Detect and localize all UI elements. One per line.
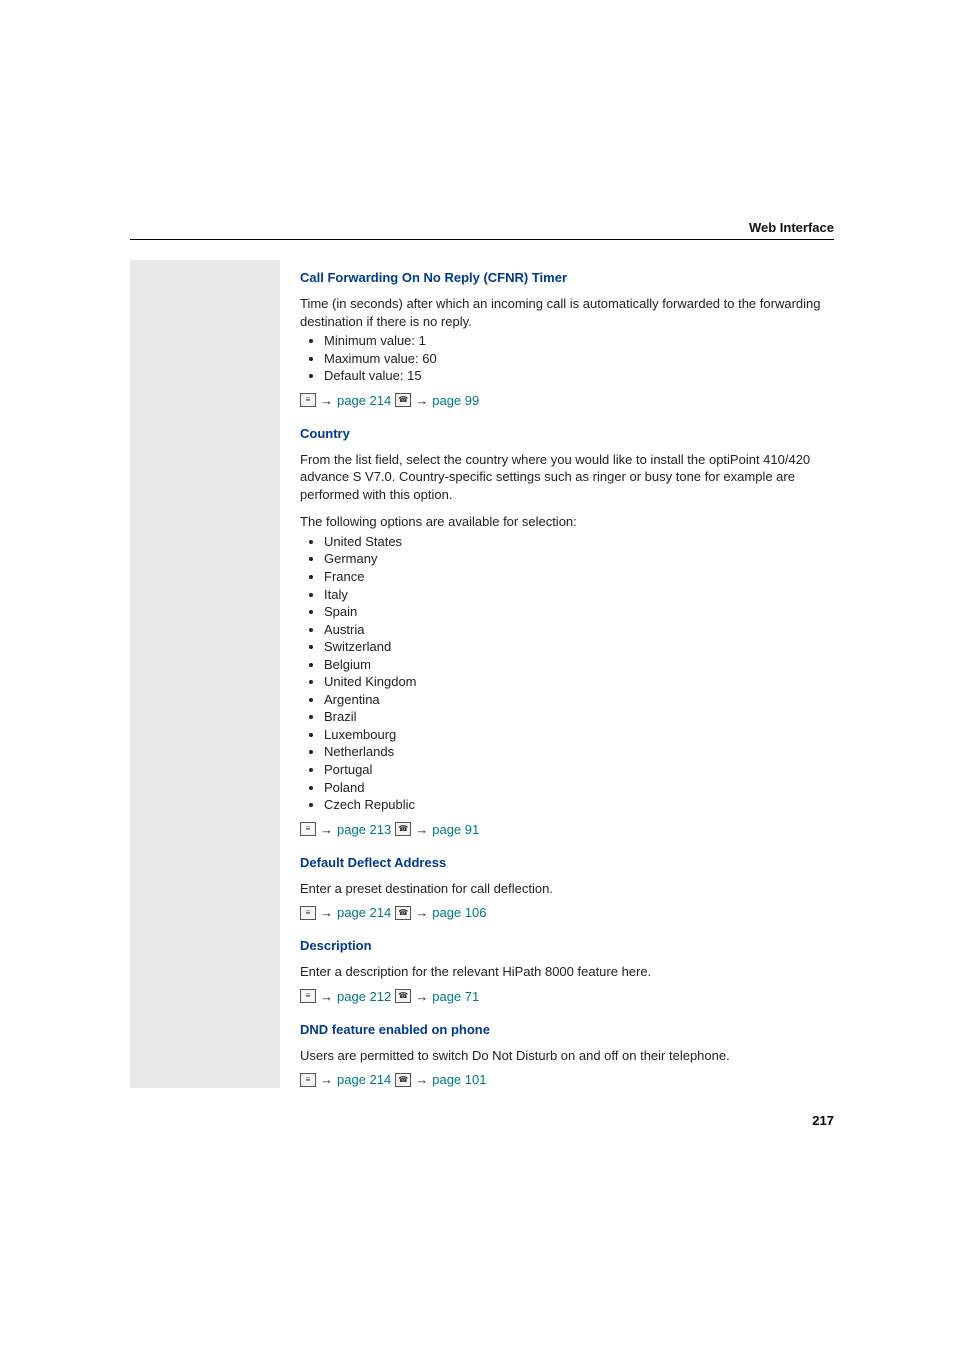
page-ref-link[interactable]: page 214 (337, 393, 391, 408)
page-ref-link[interactable]: page 99 (432, 393, 479, 408)
list-item: Austria (324, 621, 834, 639)
list-item: Germany (324, 550, 834, 568)
arrow-icon: → (320, 1072, 333, 1087)
page-header: Web Interface (130, 220, 834, 240)
web-ref-icon: ≡ (300, 822, 316, 836)
list-item: United States (324, 533, 834, 551)
page-ref-link[interactable]: page 71 (432, 989, 479, 1004)
page-ref-link[interactable]: page 101 (432, 1072, 486, 1087)
page-ref-link[interactable]: page 214 (337, 905, 391, 920)
web-ref-icon: ≡ (300, 1073, 316, 1087)
country-options-intro: The following options are available for … (300, 513, 834, 531)
list-item: Czech Republic (324, 796, 834, 814)
list-item: Maximum value: 60 (324, 350, 834, 368)
sidebar-strip (130, 260, 280, 1088)
phone-ref-icon: ☎ (395, 1073, 411, 1087)
page-ref-link[interactable]: page 213 (337, 822, 391, 837)
description-title: Description (300, 938, 834, 953)
arrow-icon: → (320, 822, 333, 837)
phone-ref-icon: ☎ (395, 906, 411, 920)
page-ref-link[interactable]: page 212 (337, 989, 391, 1004)
arrow-icon: → (320, 393, 333, 408)
web-ref-icon: ≡ (300, 906, 316, 920)
header-title: Web Interface (749, 220, 834, 235)
arrow-icon: → (415, 989, 428, 1004)
list-item: Brazil (324, 708, 834, 726)
phone-ref-icon: ☎ (395, 822, 411, 836)
description-intro: Enter a description for the relevant HiP… (300, 963, 834, 981)
cfnr-intro: Time (in seconds) after which an incomin… (300, 295, 834, 330)
list-item: France (324, 568, 834, 586)
page-number: 217 (300, 1113, 834, 1128)
list-item: Default value: 15 (324, 367, 834, 385)
dnd-refs: ≡ → page 214 ☎ → page 101 (300, 1072, 834, 1087)
arrow-icon: → (415, 393, 428, 408)
cfnr-list: Minimum value: 1 Maximum value: 60 Defau… (300, 332, 834, 385)
list-item: Switzerland (324, 638, 834, 656)
cfnr-refs: ≡ → page 214 ☎ → page 99 (300, 393, 834, 408)
arrow-icon: → (415, 1072, 428, 1087)
phone-ref-icon: ☎ (395, 989, 411, 1003)
list-item: Minimum value: 1 (324, 332, 834, 350)
cfnr-title: Call Forwarding On No Reply (CFNR) Timer (300, 270, 834, 285)
description-refs: ≡ → page 212 ☎ → page 71 (300, 989, 834, 1004)
list-item: Netherlands (324, 743, 834, 761)
country-list: United States Germany France Italy Spain… (300, 533, 834, 814)
arrow-icon: → (415, 905, 428, 920)
list-item: Portugal (324, 761, 834, 779)
dnd-intro: Users are permitted to switch Do Not Dis… (300, 1047, 834, 1065)
deflect-title: Default Deflect Address (300, 855, 834, 870)
web-ref-icon: ≡ (300, 989, 316, 1003)
list-item: Poland (324, 779, 834, 797)
content-area: Call Forwarding On No Reply (CFNR) Timer… (300, 270, 834, 1128)
web-ref-icon: ≡ (300, 393, 316, 407)
deflect-intro: Enter a preset destination for call defl… (300, 880, 834, 898)
list-item: United Kingdom (324, 673, 834, 691)
page-ref-link[interactable]: page 106 (432, 905, 486, 920)
page-ref-link[interactable]: page 214 (337, 1072, 391, 1087)
arrow-icon: → (415, 822, 428, 837)
list-item: Italy (324, 586, 834, 604)
list-item: Luxembourg (324, 726, 834, 744)
country-intro: From the list field, select the country … (300, 451, 834, 504)
arrow-icon: → (320, 905, 333, 920)
phone-ref-icon: ☎ (395, 393, 411, 407)
dnd-title: DND feature enabled on phone (300, 1022, 834, 1037)
country-refs: ≡ → page 213 ☎ → page 91 (300, 822, 834, 837)
page: Web Interface Call Forwarding On No Repl… (0, 0, 954, 1188)
list-item: Spain (324, 603, 834, 621)
arrow-icon: → (320, 989, 333, 1004)
list-item: Belgium (324, 656, 834, 674)
country-title: Country (300, 426, 834, 441)
list-item: Argentina (324, 691, 834, 709)
deflect-refs: ≡ → page 214 ☎ → page 106 (300, 905, 834, 920)
page-ref-link[interactable]: page 91 (432, 822, 479, 837)
